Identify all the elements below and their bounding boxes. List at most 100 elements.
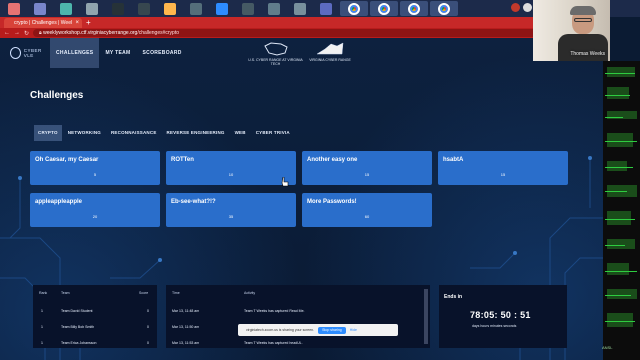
reload-icon[interactable]: ↻	[24, 30, 29, 37]
taskbar-chrome-3[interactable]	[400, 1, 428, 16]
monitor-graph	[607, 67, 635, 77]
challenge-points: 15	[364, 172, 370, 177]
monitor-line	[605, 321, 635, 322]
tab-web[interactable]: WEB	[231, 125, 250, 141]
app-icon	[8, 2, 20, 15]
taskbar-app-1[interactable]	[2, 1, 26, 16]
taskbar-app-6[interactable]	[132, 1, 156, 16]
folder-icon	[164, 2, 176, 15]
monitor-line	[605, 295, 631, 296]
challenge-card[interactable]: hsabtA 15	[438, 151, 568, 185]
app-icon	[320, 2, 332, 15]
challenge-name: hsabtA	[443, 157, 464, 163]
app-icon	[268, 2, 280, 15]
taskbar-app-11[interactable]	[262, 1, 286, 16]
forward-icon[interactable]: →	[14, 30, 20, 36]
terminal-icon	[112, 2, 124, 15]
tab-networking[interactable]: NETWORKING	[64, 125, 105, 141]
challenge-name: ROTTen	[171, 157, 194, 163]
time-cell: Mar 13, 11:48 am	[172, 309, 200, 313]
participant-name: Thomas Weeks	[570, 51, 605, 57]
score-cell: 0	[147, 341, 149, 345]
taskbar-app-2[interactable]	[28, 1, 52, 16]
taskbar-app-7[interactable]	[158, 1, 182, 16]
score-cell: 0	[147, 309, 149, 313]
chrome-icon	[438, 2, 450, 15]
taskbar-app-10[interactable]	[236, 1, 260, 16]
logo-text: CYBER VLE	[23, 48, 42, 58]
challenge-name: appleappleapple	[35, 199, 83, 205]
back-icon[interactable]: ←	[4, 30, 10, 36]
challenge-card[interactable]: Oh Caesar, my Caesar 5	[30, 151, 160, 185]
challenge-card[interactable]: appleappleapple 20	[30, 193, 160, 227]
challenge-card[interactable]: Another easy one 15	[302, 151, 432, 185]
tab-cyber-trivia[interactable]: CYBER TRIVIA	[252, 125, 294, 141]
stop-sharing-button[interactable]: Stop sharing	[318, 326, 346, 334]
taskbar-app-3[interactable]	[54, 1, 78, 16]
app-icon	[294, 2, 306, 15]
tab-reconnaissance[interactable]: RECONNAISSANCE	[107, 125, 161, 141]
virginia-map-icon	[316, 42, 344, 55]
challenge-name: Oh Caesar, my Caesar	[35, 157, 99, 163]
team-cell: Team Billy Bob Smith	[61, 325, 95, 329]
taskbar-app-5[interactable]	[106, 1, 130, 16]
url-field[interactable]: 🔒︎ weeklyworkshop.ctf.virginiacyberrange…	[33, 29, 554, 37]
challenge-card[interactable]: More Passwords! 60	[302, 193, 432, 227]
chrome-icon	[348, 2, 360, 15]
new-tab-button[interactable]: +	[86, 18, 91, 28]
monitor-graph	[607, 211, 631, 225]
nav-scoreboard[interactable]: SCOREBOARD	[137, 38, 188, 68]
challenge-points: 10	[228, 172, 234, 177]
nav-my-team[interactable]: MY TEAM	[99, 38, 136, 68]
person-hat	[570, 6, 596, 15]
taskbar-app-4[interactable]	[80, 1, 104, 16]
taskbar-app-12[interactable]	[288, 1, 312, 16]
monitor-line	[605, 117, 623, 118]
team-cell: Team Erica Johansson	[61, 341, 97, 345]
countdown-units: days hours minutes seconds	[472, 324, 517, 328]
monitor-line	[605, 191, 627, 192]
taskbar-app-13[interactable]	[314, 1, 338, 16]
category-tabs: CRYPTO NETWORKING RECONNAISSANCE REVERSE…	[34, 125, 294, 141]
taskbar-chrome-1[interactable]	[340, 1, 368, 16]
taskbar-app-8[interactable]	[184, 1, 208, 16]
monitor-graph	[607, 263, 629, 275]
monitor-line	[605, 73, 635, 74]
hide-button[interactable]: Hide	[350, 328, 357, 332]
tray-icon[interactable]	[511, 3, 520, 12]
monitor-graph	[607, 289, 637, 299]
tab-crypto[interactable]: CRYPTO	[34, 125, 62, 141]
monitor-line	[605, 141, 637, 142]
tray-icon[interactable]	[523, 3, 532, 12]
site-logo[interactable]: CYBER VLE	[10, 42, 50, 64]
activity-scrollbar[interactable]	[424, 289, 428, 344]
challenge-card[interactable]: ROTTen 10	[166, 151, 296, 185]
challenge-points: 5	[93, 172, 97, 177]
activity-cell: Team T Weeks has captured headUL.	[244, 341, 303, 345]
col-activity: Activity	[244, 291, 256, 295]
browser-window: crypto | Challenges | Weel × + – □ × ← →…	[0, 17, 603, 360]
app-icon	[86, 2, 98, 15]
challenge-points: 15	[500, 172, 506, 177]
monitor-line	[605, 219, 635, 220]
browser-tab[interactable]: crypto | Challenges | Weel ×	[4, 18, 82, 28]
tab-reverse-engineering[interactable]: REVERSE ENGINEERING	[163, 125, 229, 141]
monitor-line	[605, 271, 637, 272]
url-host: weeklyworkshop.ctf.virginiacyberrange.or…	[43, 30, 138, 36]
challenge-name: Eb-see-what?!?	[171, 199, 216, 205]
taskbar-app-9[interactable]	[210, 1, 234, 16]
nav-challenges[interactable]: CHALLENGES	[50, 38, 100, 68]
score-cell: 0	[147, 325, 149, 329]
webcam-feed: Thomas Weeks	[533, 0, 610, 61]
taskbar-chrome-4[interactable]	[430, 1, 458, 16]
monitor-line	[605, 245, 625, 246]
col-team: Team	[61, 291, 70, 295]
page-title: Challenges	[30, 90, 84, 101]
monitor-graph	[607, 313, 633, 327]
tab-close-icon[interactable]: ×	[75, 18, 79, 28]
taskbar-chrome-2[interactable]	[370, 1, 398, 16]
cyber-range-text: U.S. CYBER RANGE AT VIRGINIA TECH	[248, 58, 303, 66]
challenge-card[interactable]: Eb-see-what?!? 35	[166, 193, 296, 227]
activity-panel: Time Activity Mar 13, 11:48 am Team T We…	[166, 285, 430, 348]
hand-cursor-icon	[281, 177, 289, 187]
